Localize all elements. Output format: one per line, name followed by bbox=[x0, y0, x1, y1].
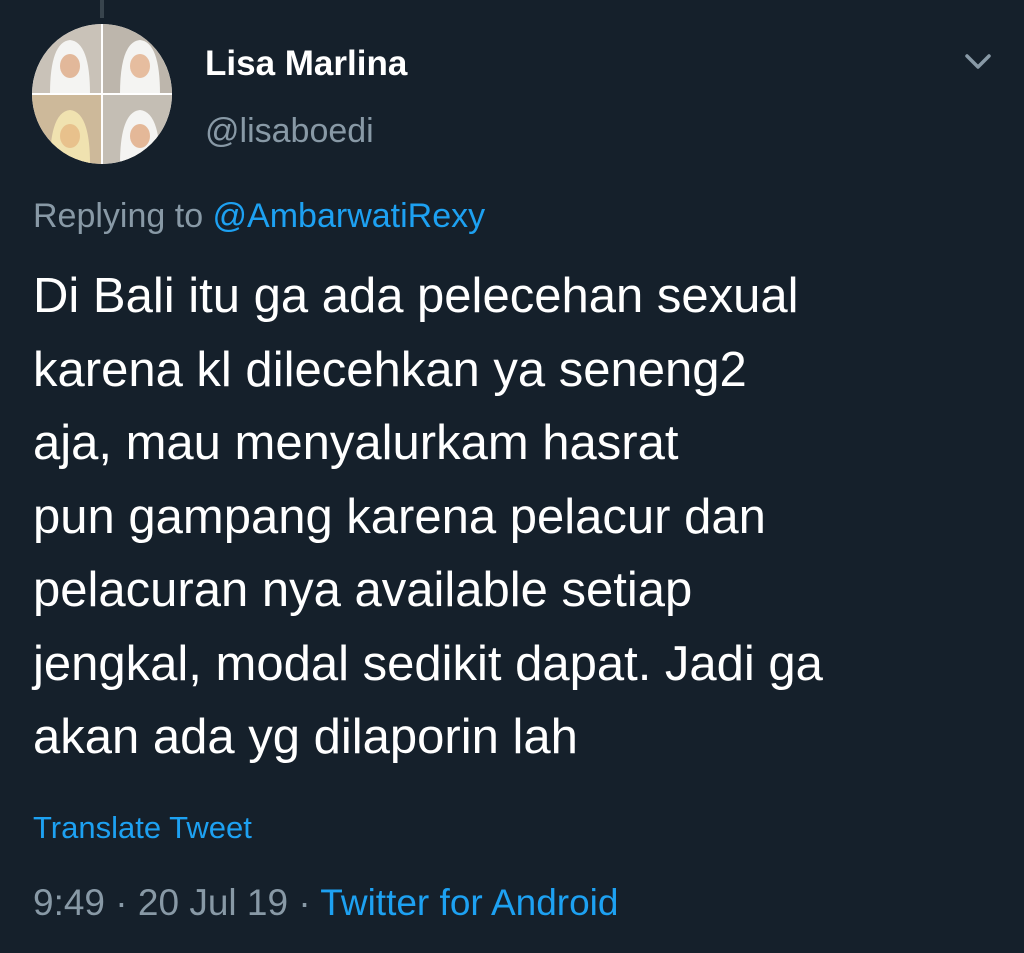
author-handle[interactable]: @lisaboedi bbox=[205, 112, 374, 151]
tweet-text: Di Bali itu ga ada pelecehan sexual kare… bbox=[33, 269, 823, 764]
tweet-metadata: 9:49 · 20 Jul 19 · Twitter for Android bbox=[33, 882, 618, 924]
author-display-name[interactable]: Lisa Marlina bbox=[205, 44, 407, 84]
thread-connector-line bbox=[100, 0, 104, 18]
tweet-menu-button[interactable] bbox=[958, 46, 998, 78]
tweet-source-link[interactable]: Twitter for Android bbox=[320, 882, 618, 923]
avatar-image bbox=[32, 24, 172, 164]
tweet-time: 9:49 bbox=[33, 882, 106, 923]
translate-tweet-link[interactable]: Translate Tweet bbox=[33, 810, 252, 846]
replying-to-line: Replying to @AmbarwatiRexy bbox=[33, 197, 485, 236]
meta-separator: · bbox=[288, 882, 321, 923]
chevron-down-icon bbox=[965, 54, 991, 69]
avatar[interactable] bbox=[32, 24, 172, 164]
tweet-date: 20 Jul 19 bbox=[137, 882, 289, 923]
replying-to-label: Replying to bbox=[33, 197, 213, 235]
meta-separator: · bbox=[105, 882, 138, 923]
reply-mention-link[interactable]: @AmbarwatiRexy bbox=[213, 197, 486, 235]
